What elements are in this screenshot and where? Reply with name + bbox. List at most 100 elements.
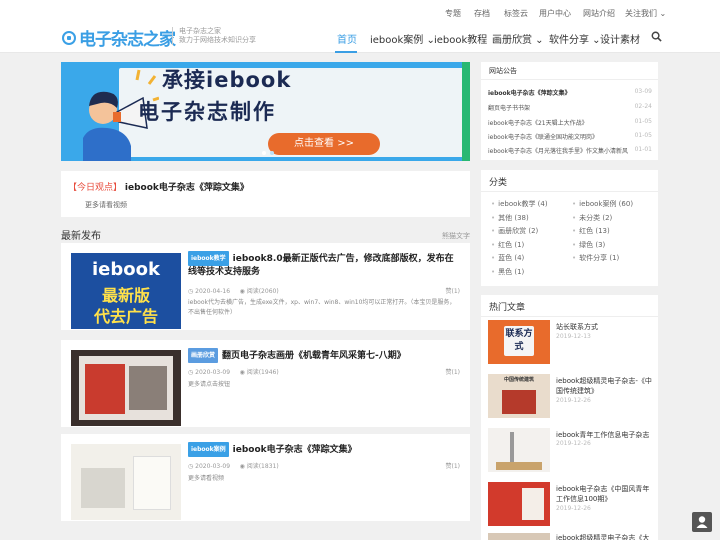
notice-item[interactable]: iebook电子杂志《联通全国功能文明岗》 01-05 [488,132,652,141]
hot-post-title[interactable]: iebook超级精灵电子杂志《大数 [556,533,656,540]
post-category-tag[interactable]: 画册欣赏 [188,348,219,363]
slogan-line1: 电子杂志之家 [179,27,221,35]
nav-brochures[interactable]: 画册欣赏 ⌄ [492,31,544,46]
today-heading: 【今日观点】 iebook电子杂志《萍踪文集》 [68,180,249,193]
nav-iebook-tutorials[interactable]: iebook教程 [434,31,487,46]
slogan-line2: 致力于网络技术知识分享 [179,36,256,44]
notice-text[interactable]: iebook电子杂志《21天辑上大作战》 [488,118,588,127]
notice-header: 网站公告 [481,62,658,80]
notice-item[interactable]: iebook电子杂志《月光落往我手里》作文集小清新风格 01-01 [488,146,652,155]
category-link[interactable]: 其他 (38) [491,213,529,223]
hot-post-title[interactable]: 站长联系方式 [556,322,656,332]
latest-more-link[interactable]: 熊猫文字 [442,231,470,241]
notice-date: 01-05 [634,118,652,125]
logo-icon [62,30,76,45]
back-to-top-button[interactable] [692,512,712,532]
notice-text[interactable]: iebook电子杂志《月光落往我手里》作文集小清新风格 [488,146,628,155]
notice-date: 03-09 [634,88,652,95]
hot-post-title[interactable]: iebook电子杂志《中国风青年工作信息100期》 [556,484,656,504]
category-link[interactable]: 绿色 (3) [572,240,605,250]
notice-text[interactable]: iebook电子杂志《联通全国功能文明岗》 [488,132,598,141]
post-date: 2020-03-09 [195,369,231,376]
today-desc: 更多请看视频 [85,201,127,209]
category-header: 分类 [481,170,658,192]
slider-dot-1[interactable] [262,151,266,155]
today-title[interactable]: iebook电子杂志《萍踪文集》 [125,183,249,193]
hot-thumbnail[interactable] [488,428,550,472]
nav-design-materials[interactable]: 设计素材 [600,31,640,46]
topnav-tags[interactable]: 标签云 [504,8,528,19]
hot-post-title[interactable]: iebook青年工作信息电子杂志 [556,430,656,440]
post-title-text[interactable]: 翻页电子杂志画册《机载青年风采第七-八期》 [222,351,406,361]
thumb-text-1: iebook [92,259,160,280]
hot-post-date: 2019-12-26 [556,440,591,447]
post-like-button[interactable]: 赞(1) [446,461,461,470]
category-link[interactable]: iebook案例 (60) [572,199,633,209]
banner-headline-2: 电子杂志制作 [138,100,276,124]
category-link[interactable]: 红色 (1) [491,240,524,250]
post-like-button[interactable]: 赞(1) [446,286,461,295]
post-item[interactable]: iebook 最新版 代去广告 iebook教学 iebook8.0最新正版代去广… [61,243,470,330]
notice-text[interactable]: iebook电子杂志《萍踪文集》 [488,88,571,97]
notice-item[interactable]: iebook电子杂志《萍踪文集》 03-09 [488,88,652,97]
category-link[interactable]: 软件分享 (1) [572,253,619,263]
nav-software[interactable]: 软件分享 ⌄ [549,31,601,46]
notice-item[interactable]: 翻页电子书书架 02-24 [488,103,652,112]
hot-thumb-text: 中国传统建筑 [503,377,534,383]
slider-dot-2[interactable] [270,151,274,155]
post-title[interactable]: iebook教学 iebook8.0最新正版代去广告，修改底部版权，发布在线等技术… [188,251,460,279]
category-link[interactable]: 未分类 (2) [572,213,612,223]
post-title[interactable]: 画册欣赏 翻页电子杂志画册《机载青年风采第七-八期》 [188,348,460,363]
site-logo[interactable]: 电子杂志之家 [62,25,176,50]
category-link[interactable]: 黑色 (1) [491,267,524,277]
post-thumbnail[interactable]: iebook 最新版 代去广告 [71,253,181,329]
category-link[interactable]: 红色 (13) [572,226,610,236]
post-excerpt: 更多请点击按钮 [188,381,231,388]
notice-item[interactable]: iebook电子杂志《21天辑上大作战》 01-05 [488,118,652,127]
post-excerpt: 更多请看视频 [188,475,225,482]
nav-iebook-cases[interactable]: iebook案例 ⌄ [370,31,435,46]
post-item[interactable]: 画册欣赏 翻页电子杂志画册《机载青年风采第七-八期》 ◷ 2020-03-09 ◉… [61,340,470,427]
notice-text[interactable]: 翻页电子书书架 [488,103,530,112]
site-slogan: 电子杂志之家 致力于网络技术知识分享 [172,27,256,45]
hot-thumbnail[interactable] [488,482,550,526]
hot-post-title[interactable]: iebook超级精灵电子杂志-《中国传统建筑》 [556,376,656,396]
today-prefix: 【今日观点】 [68,183,123,193]
notice-date: 01-01 [634,146,652,153]
hot-title: 热门文章 [489,303,526,313]
post-item[interactable]: iebook案例 iebook电子杂志《萍踪文集》 ◷ 2020-03-09 ◉ … [61,434,470,521]
category-title: 分类 [489,178,508,188]
hot-thumbnail[interactable]: 中国传统建筑 [488,374,550,418]
notice-title: 网站公告 [489,67,517,75]
hot-thumbnail[interactable] [488,533,550,540]
post-views: 阅读(1946) [246,369,279,376]
topnav-user-center[interactable]: 用户中心 [539,8,571,19]
category-link[interactable]: 画册欣赏 (2) [491,226,538,236]
banner-headline-1: 承接iebook [162,68,292,92]
post-category-tag[interactable]: iebook案例 [188,442,229,457]
topnav-follow[interactable]: 关注我们 ⌄ [625,8,666,19]
category-link[interactable]: iebook教学 (4) [491,199,547,209]
post-thumbnail[interactable] [71,444,181,520]
hot-header: 热门文章 [481,295,658,317]
topnav-about[interactable]: 网站介绍 [583,8,615,19]
post-category-tag[interactable]: iebook教学 [188,251,229,266]
category-link[interactable]: 蓝色 (4) [491,253,524,263]
banner-view-button[interactable]: 点击查看 >> [268,133,380,155]
topnav-topics[interactable]: 专题 [445,8,461,19]
post-meta: ◷ 2020-04-16 ◉ 阅读(2060) [188,288,279,295]
site-header: 专题 存档 标签云 用户中心 网站介绍 关注我们 ⌄ 电子杂志之家 电子杂志之家… [0,0,720,53]
hot-thumbnail[interactable]: 联系方式 [488,320,550,364]
search-icon[interactable] [651,31,662,42]
nav-active-underline [335,51,357,53]
topnav-archive[interactable]: 存档 [474,8,490,19]
post-meta: ◷ 2020-03-09 ◉ 阅读(1831) [188,463,279,470]
post-title[interactable]: iebook案例 iebook电子杂志《萍踪文集》 [188,442,460,457]
nav-home[interactable]: 首页 [337,31,357,46]
hot-post-date: 2019-12-26 [556,397,591,404]
post-title-text[interactable]: iebook电子杂志《萍踪文集》 [233,445,357,455]
hot-post-date: 2019-12-13 [556,333,591,340]
logo-text: 电子杂志之家 [79,30,176,50]
post-like-button[interactable]: 赞(1) [446,367,461,376]
post-thumbnail[interactable] [71,350,181,426]
